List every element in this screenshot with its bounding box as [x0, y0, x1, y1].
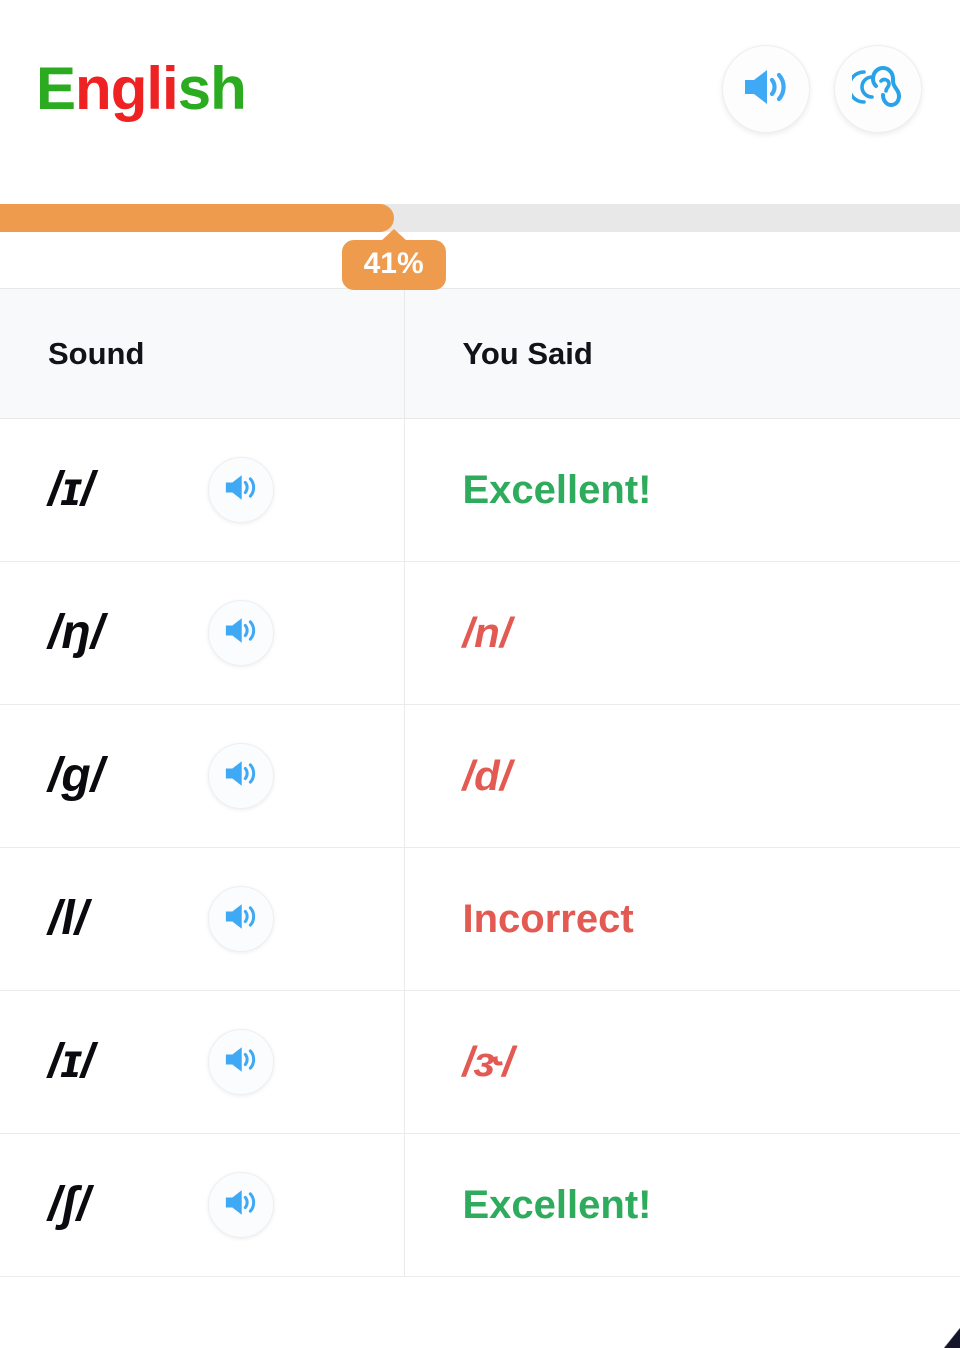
ear-listen-icon [847, 65, 904, 114]
result-incorrect-text: /d/ [462, 752, 512, 799]
cell-sound: /ɪ/ [0, 418, 404, 562]
play-sound-button[interactable] [208, 1172, 274, 1238]
speaker-icon [223, 901, 259, 937]
table-row: /ɪ/ /ɝ/ [0, 990, 960, 1134]
title-letter-1: n [75, 55, 112, 122]
column-header-you-said: You Said [403, 288, 960, 419]
title-letter-5: s [177, 55, 211, 122]
play-sound-button[interactable] [208, 1029, 274, 1095]
sound-ipa-symbol: /g/ [48, 749, 104, 802]
sound-ipa-symbol: /ɪ/ [48, 463, 95, 516]
speaker-icon [741, 66, 791, 113]
sound-ipa-symbol: /ʃ/ [48, 1178, 90, 1231]
speaker-icon [223, 758, 259, 794]
result-incorrect-text: Incorrect [462, 897, 634, 941]
cell-you-said: Incorrect [403, 847, 960, 991]
sound-cell-content: /ɪ/ [48, 1029, 404, 1095]
cell-you-said: Excellent! [403, 418, 960, 562]
progress-percent-badge: 41% [341, 240, 446, 290]
table-header-row: Sound You Said [0, 288, 960, 419]
sound-ipa-symbol: /ɪ/ [48, 1035, 95, 1088]
speaker-icon [223, 615, 259, 651]
cell-you-said: /d/ [403, 704, 960, 848]
pronunciation-results-table: Sound You Said /ɪ/Excellent! /ŋ/ /n/ /g/ /d/… [0, 288, 960, 1277]
table-row: /g/ /d/ [0, 704, 960, 848]
sound-cell-content: /g/ [48, 743, 404, 809]
play-sound-button[interactable] [208, 457, 274, 523]
cell-sound: /l/ [0, 847, 404, 991]
title-letter-2: g [110, 55, 148, 122]
play-sound-button[interactable] [208, 600, 274, 666]
sound-cell-content: /l/ [48, 886, 404, 952]
sound-ipa-symbol: /ŋ/ [48, 606, 104, 659]
pronunciation-results-screen: English 41% Sound You Said /ɪ/ Excellent… [0, 0, 960, 1348]
result-incorrect-text: /ɝ/ [462, 1038, 514, 1085]
cell-sound: /g/ [0, 704, 404, 848]
title-letter-0: E [36, 55, 76, 122]
cell-you-said: /n/ [403, 561, 960, 705]
header-actions [722, 45, 922, 133]
title-letter-6: h [210, 55, 247, 122]
sound-cell-content: /ŋ/ [48, 600, 404, 666]
play-sound-button[interactable] [208, 743, 274, 809]
result-incorrect-text: /n/ [462, 609, 512, 656]
title-letter-4: i [162, 55, 179, 122]
column-header-sound: Sound [0, 288, 404, 419]
title-letter-3: l [146, 55, 163, 122]
table-row: /l/Incorrect [0, 847, 960, 991]
speaker-button[interactable] [722, 45, 810, 133]
play-sound-button[interactable] [208, 886, 274, 952]
result-correct-text: Excellent! [462, 468, 652, 512]
table-body: /ɪ/Excellent! /ŋ/ /n/ /g/ /d/ /l/Incorrect/ɪ/… [0, 418, 960, 1277]
speaker-icon [223, 1187, 259, 1223]
page-title: English [36, 59, 247, 119]
table-row: /ʃ/Excellent! [0, 1133, 960, 1277]
cell-you-said: /ɝ/ [403, 990, 960, 1134]
cell-sound: /ŋ/ [0, 561, 404, 705]
result-correct-text: Excellent! [462, 1183, 652, 1227]
table-header: Sound You Said [0, 288, 960, 419]
sound-cell-content: /ʃ/ [48, 1172, 404, 1238]
table-row: /ŋ/ /n/ [0, 561, 960, 705]
listen-button[interactable] [834, 45, 922, 133]
speaker-icon [223, 1044, 259, 1080]
table-row: /ɪ/Excellent! [0, 418, 960, 562]
cell-sound: /ɪ/ [0, 990, 404, 1134]
corner-artifact [944, 1328, 960, 1348]
cell-you-said: Excellent! [403, 1133, 960, 1277]
sound-ipa-symbol: /l/ [48, 892, 89, 945]
progress-section: 41% [0, 178, 960, 290]
progress-bar-fill [0, 204, 394, 232]
speaker-icon [223, 472, 259, 508]
sound-cell-content: /ɪ/ [48, 457, 404, 523]
cell-sound: /ʃ/ [0, 1133, 404, 1277]
progress-bar-track [0, 204, 960, 232]
app-header: English [0, 0, 960, 178]
